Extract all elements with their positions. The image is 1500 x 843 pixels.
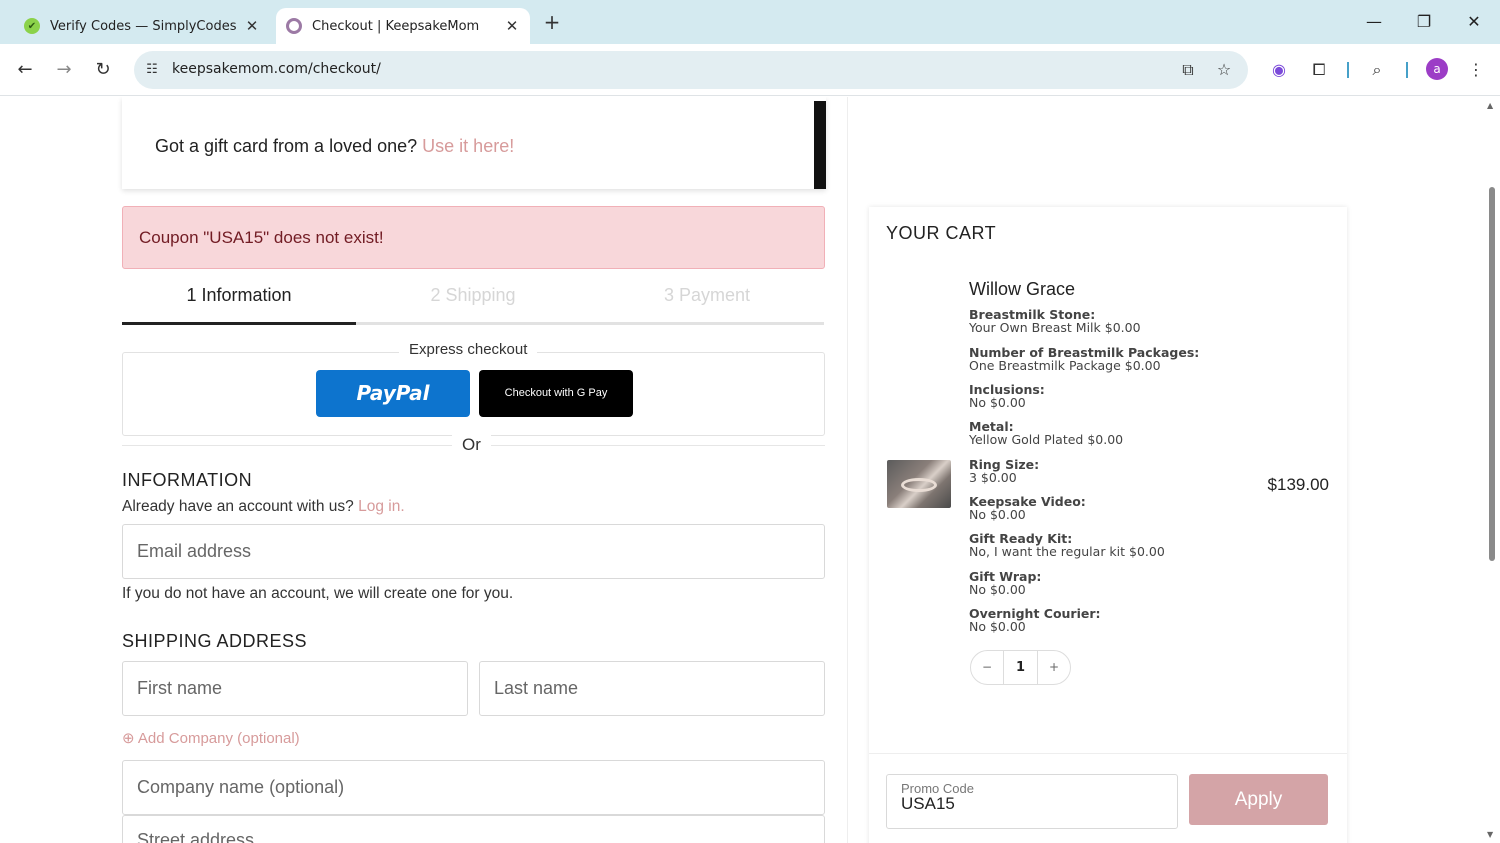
forward-arrow-icon[interactable]: → (50, 56, 78, 84)
option-metal: Metal: Yellow Gold Plated $0.00 (969, 419, 1124, 447)
email-placeholder: Email address (137, 541, 252, 561)
login-link[interactable]: Log in. (358, 498, 405, 515)
apply-promo-button[interactable]: Apply (1189, 774, 1328, 825)
product-price: $139.00 (1267, 475, 1329, 494)
last-name-placeholder: Last name (494, 678, 579, 698)
option-packages: Number of Breastmilk Packages: One Breast… (969, 345, 1200, 373)
translate-icon[interactable]: ⧉ (1177, 59, 1199, 81)
option-gift-ready-kit: Gift Ready Kit: No, I want the regular ki… (969, 531, 1165, 559)
gift-card-text: Got a gift card from a loved one? (155, 136, 418, 156)
close-tab-icon[interactable]: ✕ (240, 17, 264, 35)
cart-divider (869, 753, 1347, 754)
add-company-label: Add Company (optional) (137, 730, 300, 747)
keepsakemom-favicon-icon (286, 18, 302, 34)
promo-code-field[interactable]: Promo Code USA15 (886, 774, 1178, 829)
cart-title: YOUR CART (886, 223, 997, 243)
increase-quantity-button[interactable]: + (1037, 651, 1070, 684)
step-information[interactable]: 1 Information (122, 285, 356, 306)
reload-icon[interactable]: ↻ (89, 56, 117, 84)
cart-panel: YOUR CART Willow Grace Breastmilk Stone:… (869, 207, 1347, 843)
email-field[interactable]: Email address (122, 524, 825, 579)
checkout-page: Got a gift card from a loved one? Use it… (0, 97, 1484, 843)
browser-tab-strip: ✔ Verify Codes — SimplyCodes ✕ Checkout … (0, 0, 1500, 44)
browser-menu-icon[interactable]: ⋮ (1464, 58, 1488, 82)
scroll-down-arrow-icon[interactable]: ▼ (1487, 830, 1493, 839)
tab-search-icon[interactable]: ⌕ (1365, 58, 1389, 82)
step-shipping[interactable]: 2 Shipping (356, 285, 590, 306)
express-checkout-box: Express checkout PayPal Checkout with G … (122, 341, 825, 436)
add-company-link[interactable]: ⊕ Add Company (optional) (122, 729, 300, 747)
account-note: If you do not have an account, we will c… (122, 585, 514, 602)
minimize-icon[interactable]: — (1350, 8, 1398, 36)
site-info-icon[interactable]: ☷ (142, 60, 162, 80)
last-name-field[interactable]: Last name (479, 661, 825, 716)
gift-card-banner: Got a gift card from a loved one? Use it… (122, 97, 826, 189)
restore-icon[interactable]: ❐ (1400, 8, 1448, 36)
alert-message: Coupon "USA15" does not exist! (139, 228, 384, 247)
checkout-steps: 1 Information 2 Shipping 3 Payment (122, 273, 824, 325)
option-overnight-courier: Overnight Courier: No $0.00 (969, 606, 1101, 634)
product-thumbnail (887, 460, 951, 508)
google-pay-button[interactable]: Checkout with G Pay (479, 370, 633, 417)
decrease-quantity-button[interactable]: − (971, 651, 1004, 684)
express-checkout-legend: Express checkout (399, 341, 538, 358)
active-step-indicator (122, 322, 356, 325)
profile-avatar[interactable]: a (1426, 58, 1448, 80)
gift-card-link[interactable]: Use it here! (422, 136, 514, 156)
option-breastmilk-stone: Breastmilk Stone: Your Own Breast Milk $0… (969, 307, 1141, 335)
column-divider (847, 97, 848, 843)
ring-icon (901, 478, 937, 492)
browser-toolbar: ← → ↻ ☷ keepsakemom.com/checkout/ ⧉ ☆ ◉ … (0, 44, 1500, 96)
quantity-value[interactable]: 1 (1004, 651, 1037, 684)
window-close-icon[interactable]: ✕ (1450, 8, 1498, 36)
company-name-field[interactable]: Company name (optional) (122, 760, 825, 815)
street-placeholder: Street address (137, 830, 255, 843)
first-name-placeholder: First name (137, 678, 223, 698)
plus-circle-icon: ⊕ (122, 730, 135, 747)
page-scrollbar[interactable]: ▲ ▼ (1484, 97, 1500, 843)
address-bar[interactable]: ☷ keepsakemom.com/checkout/ ⧉ ☆ (134, 51, 1248, 89)
step-payment[interactable]: 3 Payment (590, 285, 824, 306)
toolbar-separator (1347, 62, 1349, 78)
extensions-puzzle-icon[interactable]: ⧠ (1307, 58, 1331, 82)
company-placeholder: Company name (optional) (137, 777, 345, 797)
shipping-address-heading: SHIPPING ADDRESS (122, 631, 308, 651)
or-label: Or (452, 435, 491, 455)
option-inclusions: Inclusions: No $0.00 (969, 382, 1045, 410)
tab-simplycodes[interactable]: ✔ Verify Codes — SimplyCodes ✕ (12, 8, 270, 44)
extension-simplycodes-icon[interactable]: ◉ (1267, 58, 1291, 82)
promo-code-value[interactable]: USA15 (901, 794, 955, 814)
close-tab-icon[interactable]: ✕ (500, 17, 524, 35)
url-text[interactable]: keepsakemom.com/checkout/ (172, 61, 381, 77)
banner-accent-bar (814, 101, 826, 189)
account-prompt: Already have an account with us? (122, 498, 354, 515)
simplycodes-favicon-icon: ✔ (24, 18, 40, 34)
tab-title: Verify Codes — SimplyCodes (50, 18, 237, 34)
tab-keepsakemom[interactable]: Checkout | KeepsakeMom ✕ (276, 8, 530, 44)
new-tab-plus-icon[interactable]: + (540, 10, 564, 34)
product-name: Willow Grace (969, 279, 1076, 299)
option-gift-wrap: Gift Wrap: No $0.00 (969, 569, 1042, 597)
tab-title: Checkout | KeepsakeMom (312, 18, 480, 34)
first-name-field[interactable]: First name (122, 661, 468, 716)
quantity-stepper: − 1 + (970, 650, 1071, 685)
information-heading: INFORMATION (122, 470, 253, 490)
coupon-error-alert: Coupon "USA15" does not exist! (122, 206, 825, 269)
option-ring-size: Ring Size: 3 $0.00 (969, 457, 1040, 485)
back-arrow-icon[interactable]: ← (11, 56, 39, 84)
scroll-up-arrow-icon[interactable]: ▲ (1487, 101, 1493, 110)
scrollbar-thumb[interactable] (1489, 187, 1495, 561)
bookmark-star-icon[interactable]: ☆ (1213, 59, 1235, 81)
paypal-button[interactable]: PayPal (316, 370, 470, 417)
toolbar-separator (1406, 62, 1408, 78)
street-address-field[interactable]: Street address (122, 815, 825, 843)
option-keepsake-video: Keepsake Video: No $0.00 (969, 494, 1086, 522)
